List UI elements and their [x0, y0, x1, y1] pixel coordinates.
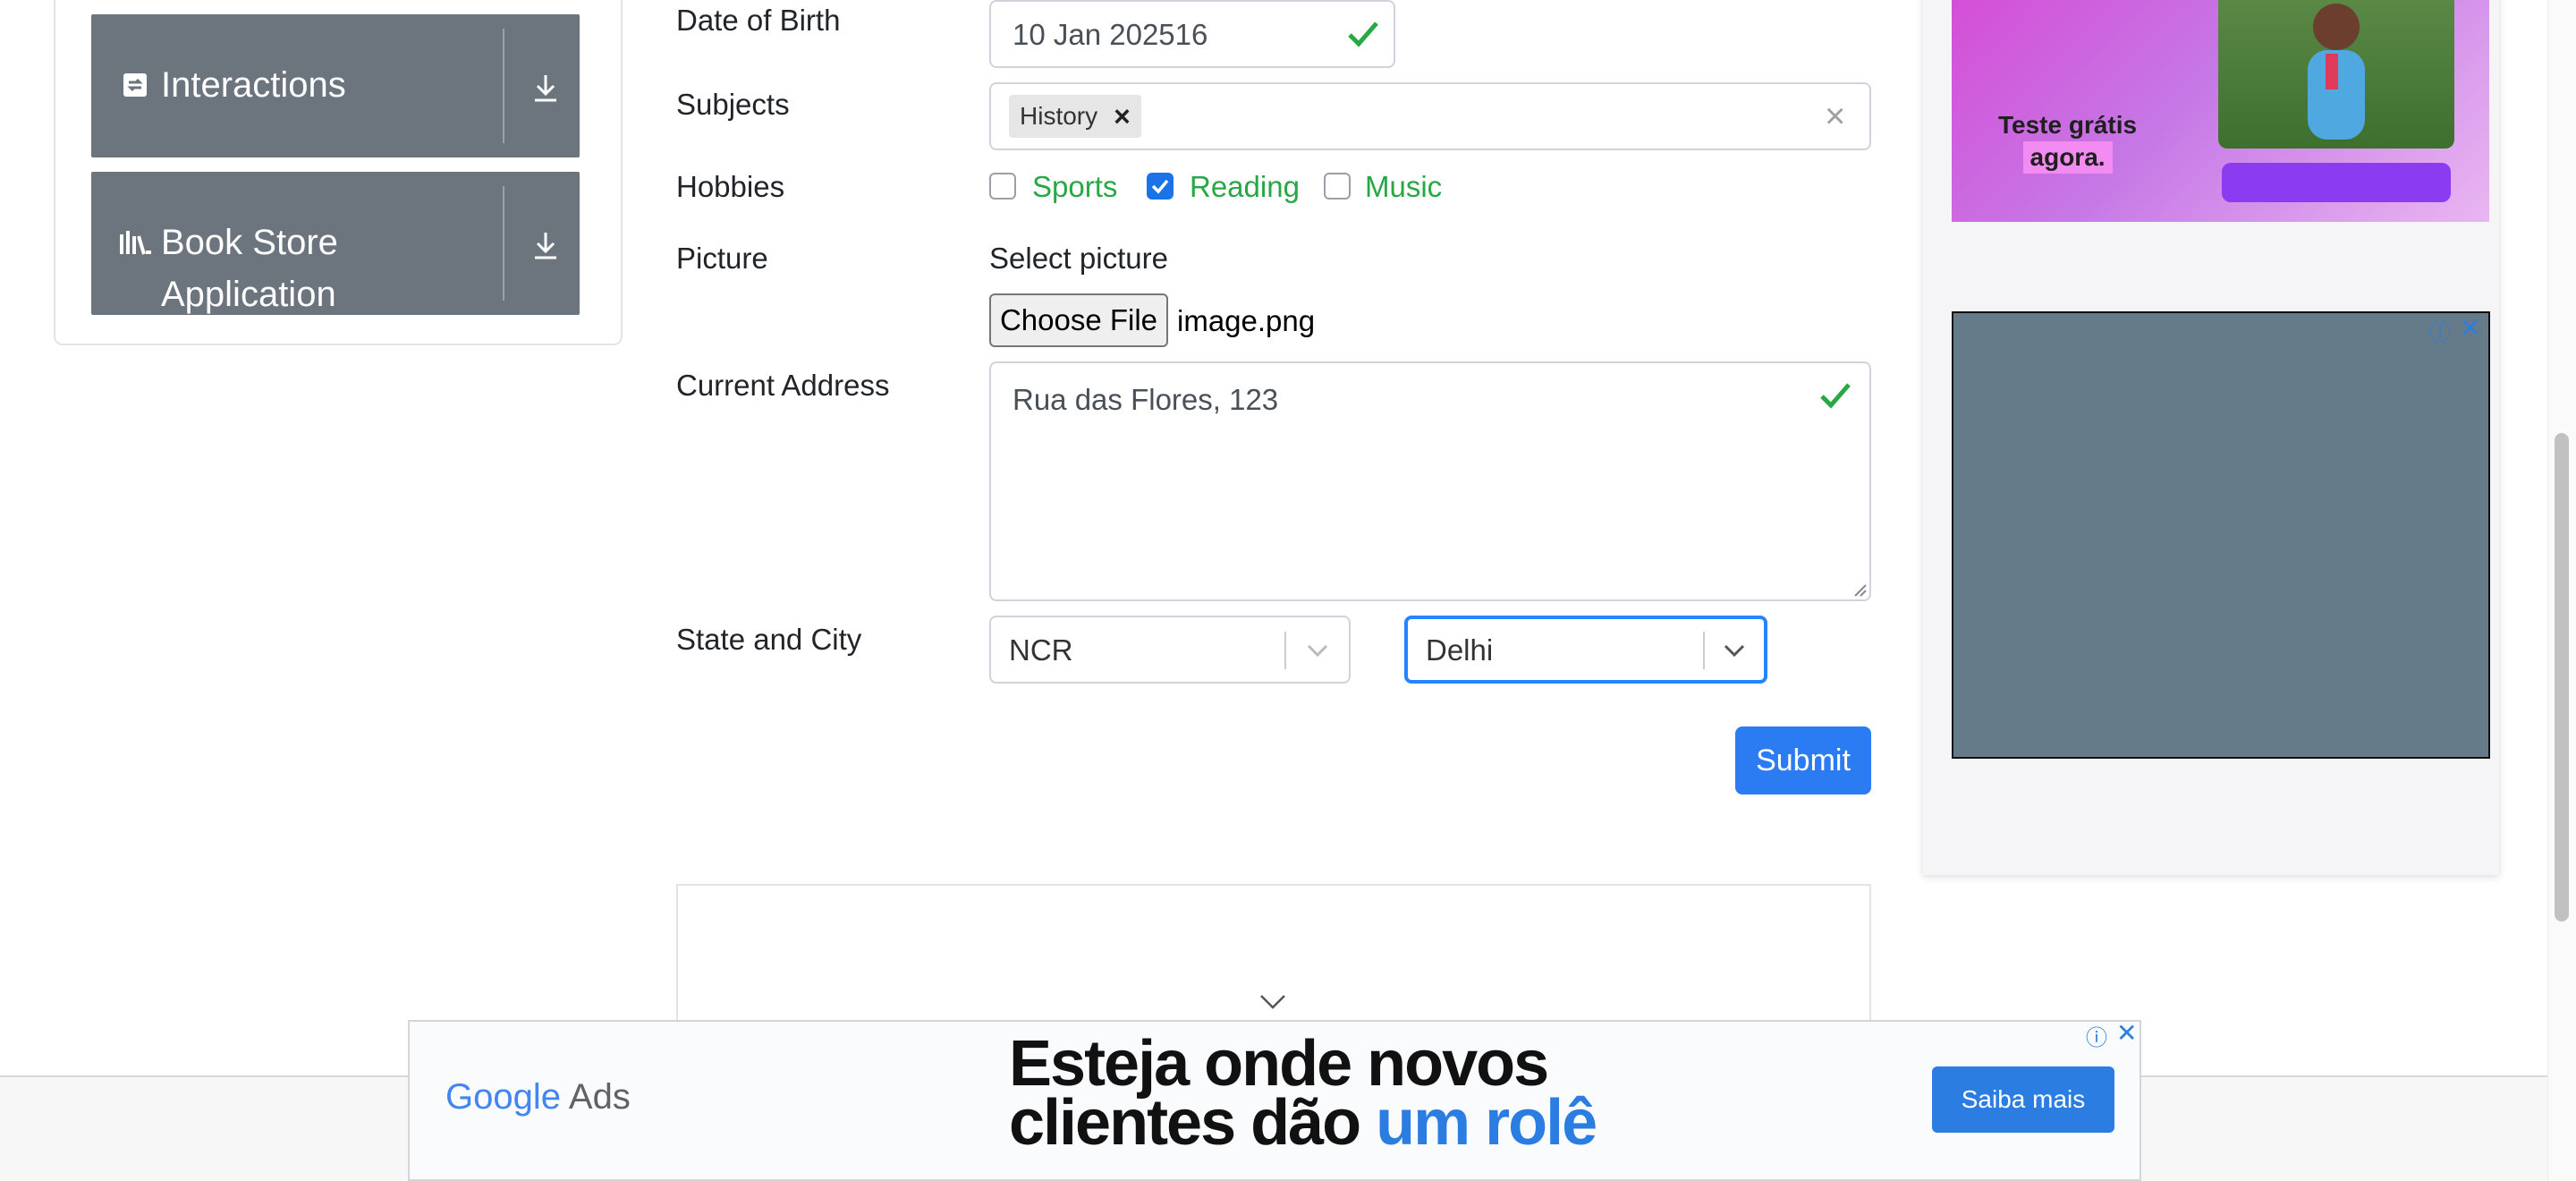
- reading-label[interactable]: Reading: [1190, 170, 1300, 204]
- divider: [1284, 632, 1286, 669]
- valid-check-icon: [1820, 383, 1851, 409]
- scrollbar-thumb[interactable]: [2555, 433, 2569, 922]
- state-select[interactable]: NCR: [989, 616, 1351, 684]
- google-logo-text: Google: [445, 1077, 561, 1117]
- ad-headline-line1: Esteja onde novos: [1009, 1028, 1549, 1100]
- ad-top-line2: agora.: [2022, 141, 2113, 174]
- select-picture-label: Select picture: [989, 242, 1168, 275]
- address-value: Rua das Flores, 123: [1013, 383, 1279, 416]
- download-icon[interactable]: [528, 70, 564, 106]
- chevron-down-icon[interactable]: [1258, 991, 1288, 1011]
- ad-top-text: Teste grátis agora.: [1998, 109, 2137, 174]
- choose-file-button[interactable]: Choose File: [989, 293, 1168, 347]
- download-icon[interactable]: [528, 227, 564, 263]
- ad-headline-highlight: um rolê: [1376, 1087, 1597, 1159]
- state-value: NCR: [1009, 633, 1073, 667]
- sidebar-group-label: Book Store: [161, 223, 338, 262]
- book-store-icon: [118, 229, 152, 256]
- ad-photo: [2218, 0, 2454, 149]
- hobbies-label: Hobbies: [676, 170, 785, 203]
- ad-waveform-bar: [2222, 163, 2451, 202]
- ad-headline-part: clientes dão: [1009, 1087, 1377, 1159]
- ad-banner-middle[interactable]: ⓘ ✕: [1952, 311, 2490, 759]
- google-ad-banner[interactable]: Google Ads Esteja onde novos clientes dã…: [408, 1018, 2141, 1181]
- subjects-input[interactable]: History × ×: [989, 82, 1871, 150]
- chip-remove-icon[interactable]: ×: [1114, 100, 1131, 133]
- resize-handle-icon[interactable]: [1852, 582, 1868, 598]
- sports-checkbox[interactable]: [989, 173, 1016, 200]
- ad-headline: Esteja onde novos clientes dão um rolê: [1009, 1028, 1597, 1155]
- ad-headline-line2: clientes dão um rolê: [1009, 1091, 1597, 1155]
- ad-top-line1: Teste grátis: [1998, 111, 2138, 139]
- sidebar-group-book-store[interactable]: Book Store Application: [91, 172, 580, 315]
- ad-banner-top[interactable]: Teste grátis agora.: [1952, 0, 2489, 222]
- city-select[interactable]: Delhi: [1404, 616, 1767, 684]
- music-checkbox[interactable]: [1324, 173, 1351, 200]
- sidebar-group-interactions[interactable]: Interactions: [91, 14, 580, 157]
- address-label: Current Address: [676, 369, 890, 402]
- interactions-icon: [122, 72, 148, 98]
- divider: [503, 29, 504, 143]
- chevron-down-icon: [1307, 644, 1328, 658]
- divider: [1703, 632, 1705, 669]
- address-textarea[interactable]: Rua das Flores, 123: [989, 361, 1871, 601]
- valid-check-icon: [1348, 21, 1378, 47]
- subject-chip-label: History: [1020, 102, 1098, 130]
- subjects-label: Subjects: [676, 88, 790, 121]
- dob-label: Date of Birth: [676, 4, 841, 37]
- subject-chip: History ×: [1009, 95, 1141, 138]
- dob-value: 10 Jan 202516: [1013, 18, 1208, 51]
- person-image: [2308, 4, 2365, 140]
- ads-logo-text: Ads: [568, 1077, 631, 1117]
- adchoices-icon[interactable]: ⓘ: [2086, 1020, 2107, 1051]
- submit-button[interactable]: Submit: [1735, 726, 1871, 794]
- picture-label: Picture: [676, 242, 768, 275]
- ad-cta-button[interactable]: Saiba mais: [1932, 1066, 2114, 1133]
- state-city-label: State and City: [676, 623, 862, 656]
- close-ad-icon[interactable]: ✕: [2116, 1018, 2137, 1048]
- divider: [503, 186, 504, 301]
- sidebar-group-label: Interactions: [161, 65, 346, 105]
- close-ad-icon[interactable]: ✕: [2460, 313, 2480, 343]
- sports-label[interactable]: Sports: [1032, 170, 1117, 204]
- reading-checkbox[interactable]: [1147, 173, 1174, 200]
- adchoices-icon[interactable]: ⓘ: [2429, 315, 2451, 346]
- check-icon: [1151, 179, 1169, 194]
- sidebar-group-label-2: Application: [161, 275, 336, 314]
- city-value: Delhi: [1426, 633, 1494, 667]
- google-ads-logo: Google Ads: [445, 1077, 631, 1117]
- clear-icon[interactable]: ×: [1825, 97, 1845, 137]
- file-name: image.png: [1177, 304, 1316, 337]
- music-label[interactable]: Music: [1365, 170, 1442, 204]
- dob-input[interactable]: 10 Jan 202516: [989, 0, 1395, 68]
- chevron-down-icon: [1724, 644, 1745, 658]
